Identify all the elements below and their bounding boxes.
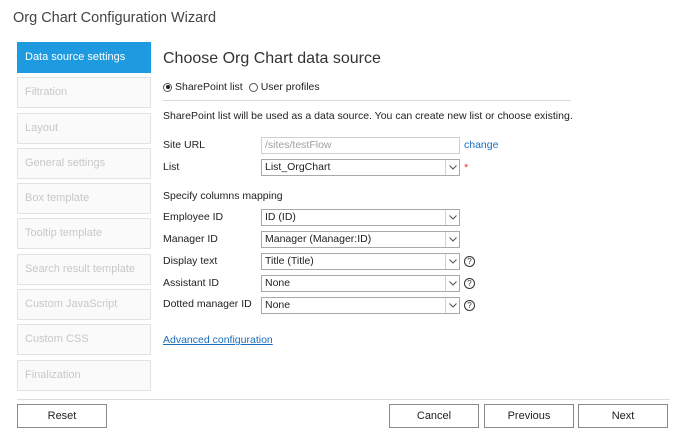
- step-filtration[interactable]: Filtration: [17, 77, 151, 109]
- window-title: Org Chart Configuration Wizard: [13, 10, 217, 26]
- step-box-template[interactable]: Box template: [17, 183, 151, 215]
- data-source-options: SharePoint list User profiles: [163, 81, 320, 93]
- divider: [163, 100, 571, 101]
- site-url-label: Site URL: [163, 139, 206, 151]
- step-finalization[interactable]: Finalization: [17, 359, 151, 391]
- sharepoint-list-radio[interactable]: [163, 82, 172, 92]
- employee-id-label: Employee ID: [163, 211, 224, 223]
- display-text-value: Title (Title): [265, 255, 314, 267]
- assistant-id-select[interactable]: None: [261, 275, 460, 292]
- step-custom-javascript[interactable]: Custom JavaScript: [17, 289, 151, 321]
- chevron-down-icon: [445, 232, 459, 247]
- cancel-button[interactable]: Cancel: [389, 404, 479, 428]
- help-icon[interactable]: ?: [464, 300, 475, 311]
- user-profiles-label[interactable]: User profiles: [261, 81, 320, 93]
- list-select[interactable]: List_OrgChart: [261, 159, 460, 176]
- dotted-manager-id-value: None: [265, 299, 291, 311]
- chevron-down-icon: [445, 276, 459, 291]
- step-layout[interactable]: Layout: [17, 112, 151, 144]
- reset-button[interactable]: Reset: [17, 404, 107, 428]
- mapping-section-title: Specify columns mapping: [163, 190, 283, 202]
- wizard-steps: Data source settings Filtration Layout G…: [17, 42, 151, 395]
- page-title: Choose Org Chart data source: [163, 50, 381, 67]
- assistant-id-label: Assistant ID: [163, 277, 220, 289]
- step-search-result-template[interactable]: Search result template: [17, 253, 151, 285]
- source-description: SharePoint list will be used as a data s…: [163, 110, 573, 122]
- list-select-value: List_OrgChart: [265, 161, 331, 173]
- step-general-settings[interactable]: General settings: [17, 147, 151, 179]
- display-text-label: Display text: [163, 255, 218, 267]
- step-tooltip-template[interactable]: Tooltip template: [17, 218, 151, 250]
- step-custom-css[interactable]: Custom CSS: [17, 324, 151, 356]
- manager-id-value: Manager (Manager:ID): [265, 233, 372, 245]
- footer-divider: [17, 399, 670, 400]
- manager-id-select[interactable]: Manager (Manager:ID): [261, 231, 460, 248]
- chevron-down-icon: [445, 210, 459, 225]
- dotted-manager-id-select[interactable]: None: [261, 297, 460, 314]
- help-icon[interactable]: ?: [464, 278, 475, 289]
- help-icon[interactable]: ?: [464, 256, 475, 267]
- step-data-source-settings[interactable]: Data source settings: [17, 42, 151, 73]
- employee-id-value: ID (ID): [265, 211, 296, 223]
- chevron-down-icon: [445, 298, 459, 313]
- site-url-input: /sites/testFlow: [261, 137, 460, 154]
- next-button[interactable]: Next: [578, 404, 668, 428]
- required-mark: *: [464, 162, 469, 174]
- change-site-link[interactable]: change: [464, 139, 498, 151]
- advanced-configuration-link[interactable]: Advanced configuration: [163, 334, 273, 346]
- previous-button[interactable]: Previous: [484, 404, 574, 428]
- chevron-down-icon: [445, 254, 459, 269]
- dotted-manager-id-label: Dotted manager ID: [163, 298, 252, 310]
- chevron-down-icon: [445, 160, 459, 175]
- display-text-select[interactable]: Title (Title): [261, 253, 460, 270]
- employee-id-select[interactable]: ID (ID): [261, 209, 460, 226]
- list-label: List: [163, 161, 180, 173]
- user-profiles-radio[interactable]: [248, 82, 258, 92]
- assistant-id-value: None: [265, 277, 291, 289]
- sharepoint-list-label[interactable]: SharePoint list: [175, 81, 243, 93]
- manager-id-label: Manager ID: [163, 233, 218, 245]
